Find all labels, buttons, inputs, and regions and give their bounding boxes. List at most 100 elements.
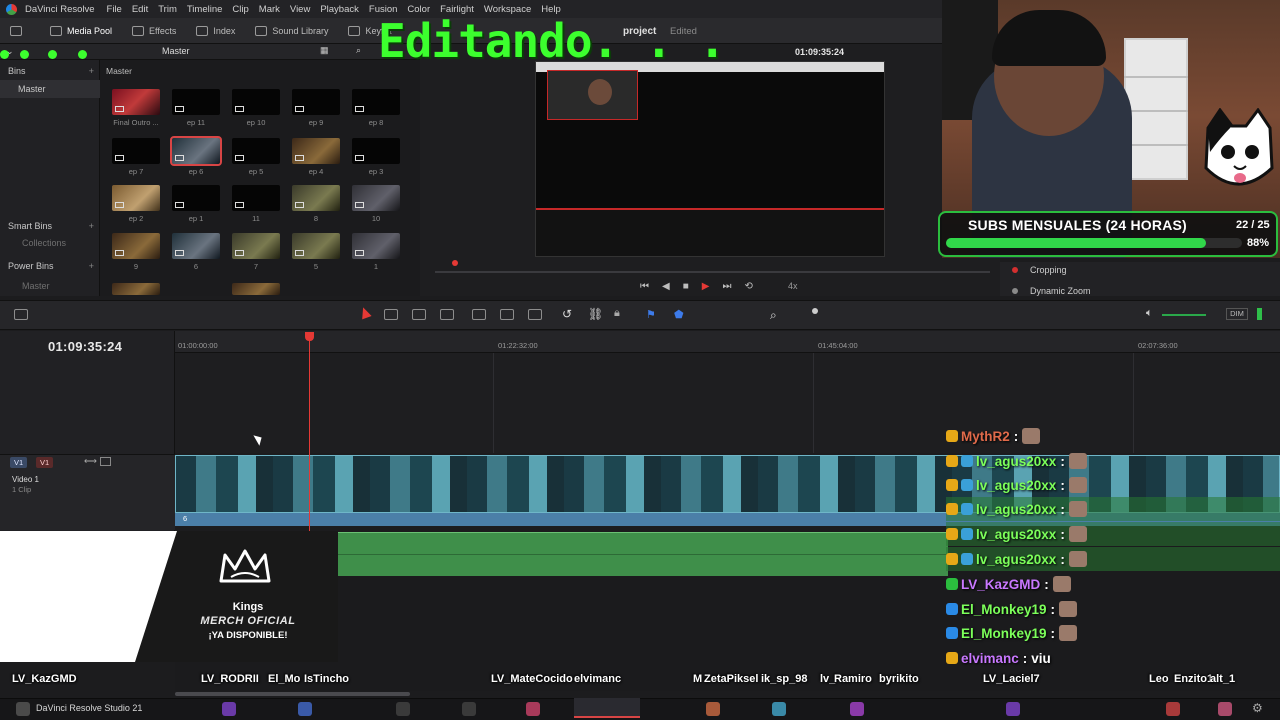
collections-item[interactable]: Collections — [0, 234, 100, 252]
clip-thumbnail[interactable] — [232, 233, 280, 259]
menu-help[interactable]: Help — [541, 4, 561, 15]
jump-start-icon[interactable]: ⏮ — [640, 281, 649, 292]
clip-thumbnail[interactable] — [112, 138, 160, 164]
flag-icon[interactable]: ⚑ — [646, 308, 656, 321]
clip-thumbnail[interactable] — [172, 233, 220, 259]
clip-thumbnail[interactable] — [292, 233, 340, 259]
menu-file[interactable]: File — [107, 4, 122, 15]
clip-thumbnail[interactable] — [232, 89, 280, 115]
blade-tool-icon[interactable] — [412, 309, 426, 320]
replace-clip-icon[interactable] — [528, 309, 542, 320]
chat-badge-icon — [946, 528, 958, 540]
timeline-ruler[interactable] — [175, 331, 1280, 353]
viewer-scrub-bar[interactable] — [435, 271, 990, 273]
clip-thumbnail[interactable] — [112, 185, 160, 211]
snapping-icon[interactable]: ↺ — [562, 307, 572, 321]
clip-thumbnail[interactable] — [352, 138, 400, 164]
audio-clip[interactable] — [338, 532, 948, 576]
search-icon[interactable]: ⌕ — [356, 45, 361, 56]
clip-thumbnail[interactable] — [232, 185, 280, 211]
play-icon[interactable]: ▶ — [702, 281, 710, 292]
zoom-slider-knob[interactable] — [812, 308, 818, 314]
lock-icon[interactable]: 🔒︎ — [614, 307, 620, 320]
power-bin-master[interactable]: Master — [0, 277, 100, 295]
bin-master[interactable]: Master — [0, 80, 100, 98]
menu-fusion[interactable]: Fusion — [369, 4, 398, 15]
camera-icon[interactable] — [462, 702, 476, 716]
viewer-frame[interactable] — [535, 61, 885, 257]
menu-fairlight[interactable]: Fairlight — [440, 4, 474, 15]
track-destination-v1[interactable]: V1 — [10, 457, 28, 468]
clip-thumbnail[interactable] — [112, 283, 160, 295]
power-bins-header[interactable]: Power Bins + — [0, 257, 100, 275]
clip-thumbnail[interactable] — [112, 233, 160, 259]
clip-thumbnail[interactable] — [292, 185, 340, 211]
clip-thumbnail[interactable] — [352, 233, 400, 259]
menu-trim[interactable]: Trim — [158, 4, 177, 15]
chat-emote-icon — [1068, 551, 1087, 567]
disabled-dot-icon[interactable] — [1012, 288, 1018, 294]
menu-view[interactable]: View — [290, 4, 310, 15]
add-smart-bin-icon[interactable]: + — [89, 221, 94, 231]
taskbar-window-title[interactable]: DaVinci Resolve Studio 21 — [36, 703, 142, 713]
index-button[interactable]: Index — [186, 18, 245, 44]
clip-thumbnail[interactable] — [292, 89, 340, 115]
clip-thumbnail[interactable] — [112, 89, 160, 115]
panel-toggle-button[interactable] — [0, 18, 40, 44]
enabled-dot-icon[interactable] — [1012, 267, 1018, 273]
play-reverse-icon[interactable]: ◀ — [662, 281, 670, 292]
resolve-task-icon[interactable] — [16, 702, 30, 716]
marker-icon[interactable]: ⬟ — [674, 308, 684, 321]
clip-label: 7 — [253, 262, 259, 271]
app-icon[interactable] — [396, 702, 410, 716]
grid-view-icon[interactable]: ▦ — [320, 45, 329, 56]
dynamic-trim-icon[interactable] — [440, 309, 454, 320]
trim-tool-icon[interactable] — [384, 309, 398, 320]
volume-slider[interactable] — [1162, 314, 1206, 316]
menu-workspace[interactable]: Workspace — [484, 4, 531, 15]
track-source-v1[interactable]: V1 — [36, 457, 54, 468]
inspector-item-cropping[interactable]: Cropping — [1012, 265, 1067, 275]
clip-thumbnail[interactable] — [172, 89, 220, 115]
speaker-icon[interactable]: 🔈︎ — [1146, 307, 1153, 320]
effects-button[interactable]: Effects — [122, 18, 186, 44]
layout-icon[interactable] — [14, 309, 28, 320]
clip-thumbnail[interactable] — [232, 138, 280, 164]
sprite-icon — [298, 702, 312, 716]
stop-icon[interactable]: ■ — [683, 281, 689, 292]
dim-button[interactable]: DIM — [1226, 308, 1248, 320]
clip-thumbnail[interactable] — [232, 283, 280, 295]
menu-edit[interactable]: Edit — [132, 4, 148, 15]
insert-clip-icon[interactable] — [472, 309, 486, 320]
viewer-scrub-head[interactable] — [452, 260, 458, 266]
taskbar-active-item[interactable] — [574, 698, 640, 718]
timeline-scrollbar[interactable] — [175, 692, 410, 696]
clip-thumbnail[interactable] — [292, 138, 340, 164]
sound-library-button[interactable]: Sound Library — [245, 18, 338, 44]
menu-clip[interactable]: Clip — [232, 4, 248, 15]
smart-bins-header[interactable]: Smart Bins + — [0, 217, 100, 235]
track-monitor-icon[interactable] — [100, 457, 111, 466]
zoom-icon[interactable]: ⌕ — [770, 308, 777, 323]
media-pool-button[interactable]: Media Pool — [40, 18, 122, 44]
clip-thumbnail[interactable] — [172, 185, 220, 211]
add-power-bin-icon[interactable]: + — [89, 261, 94, 271]
clip-thumbnail[interactable] — [170, 136, 222, 166]
playhead[interactable] — [309, 333, 310, 531]
clip-thumbnail[interactable] — [352, 89, 400, 115]
viewer-name: LV_KazGMD — [12, 673, 77, 685]
menu-playback[interactable]: Playback — [320, 4, 359, 15]
clip-thumbnail[interactable] — [352, 185, 400, 211]
jump-end-icon[interactable]: ⏭ — [722, 281, 731, 292]
settings-gear-icon[interactable]: ⚙ — [1252, 701, 1263, 715]
dynamic-zoom-label: Dynamic Zoom — [1030, 286, 1091, 296]
link-icon[interactable]: ⛓ — [588, 307, 603, 321]
inspector-item-dynamic-zoom[interactable]: Dynamic Zoom — [1012, 286, 1091, 296]
add-bin-icon[interactable]: + — [89, 66, 94, 76]
menu-color[interactable]: Color — [407, 4, 430, 15]
loop-icon[interactable]: ⟲ — [744, 281, 752, 292]
overwrite-clip-icon[interactable] — [500, 309, 514, 320]
track-auto-select-icon[interactable]: ⟷ — [84, 456, 97, 467]
menu-timeline[interactable]: Timeline — [187, 4, 223, 15]
menu-mark[interactable]: Mark — [259, 4, 280, 15]
